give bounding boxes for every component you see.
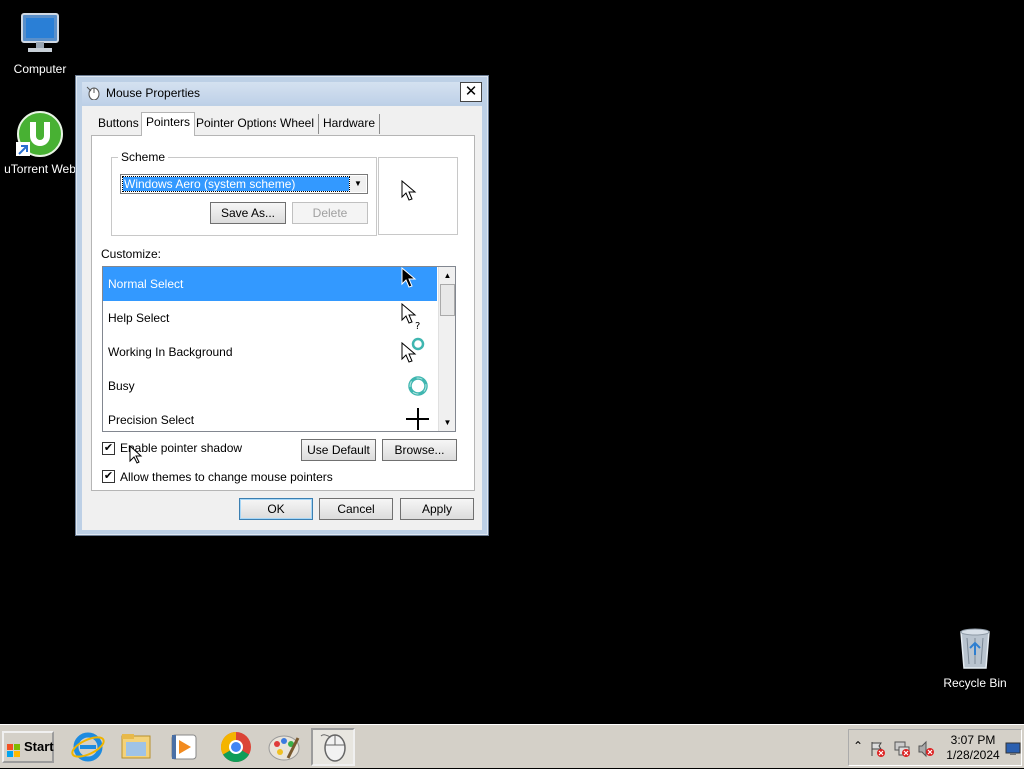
browse-button[interactable]: Browse... [382,439,457,461]
windows-logo-icon [7,740,21,757]
chevron-down-icon[interactable]: ▼ [350,176,366,192]
desktop-icon-computer[interactable]: Computer [0,10,80,76]
allow-themes-checkbox[interactable]: ✔ [102,470,115,483]
scroll-down-icon[interactable]: ▼ [439,414,455,431]
list-item[interactable]: Normal Select [103,267,437,301]
start-button[interactable]: Start [2,731,54,763]
help-cursor-icon: ? [401,302,429,332]
close-button[interactable]: ✕ [460,82,482,102]
desktop-icon-label: uTorrent Web [4,162,76,176]
title-bar[interactable]: Mouse Properties ✕ [82,82,482,104]
scroll-up-icon[interactable]: ▲ [439,267,455,284]
list-item[interactable]: Precision Select [103,403,437,431]
scroll-thumb[interactable] [440,284,455,316]
scheme-selected-value: Windows Aero (system scheme) [122,176,350,192]
desktop: Computer uTorrent Web Recycle Bin Mouse … [0,0,1024,724]
use-default-button[interactable]: Use Default [301,439,376,461]
tab-pointer-options[interactable]: Pointer Options [192,114,284,134]
scheme-dropdown[interactable]: Windows Aero (system scheme) ▼ [120,174,368,194]
volume-muted-icon[interactable] [917,740,935,761]
arrow-cursor-icon [401,179,417,205]
network-icon[interactable] [893,740,911,761]
desktop-icon-utorrent[interactable]: uTorrent Web [0,110,80,176]
tab-buttons[interactable]: Buttons [94,114,144,134]
working-cursor-icon [401,337,429,365]
show-desktop-icon[interactable] [1005,742,1021,759]
arrow-cursor-icon [401,267,429,295]
desktop-icon-recycle-bin[interactable]: Recycle Bin [935,624,1015,690]
enable-pointer-shadow-checkbox[interactable]: ✔ [102,442,115,455]
computer-icon [16,10,64,58]
show-hidden-icons-icon[interactable]: ⌃ [853,739,863,753]
chrome-icon[interactable] [214,728,258,766]
mouse-icon [86,86,100,101]
tab-wheel[interactable]: Wheel [276,114,320,134]
save-as-button[interactable]: Save As... [210,202,286,224]
list-item-label: Busy [108,379,135,393]
list-item[interactable]: Help Select ? [103,301,437,335]
clock-date: 1/28/2024 [946,748,1000,762]
scheme-group-label: Scheme [118,150,169,164]
desktop-icon-label: Computer [13,62,67,76]
utorrent-icon [16,110,64,158]
paint-icon[interactable] [262,728,306,766]
ok-button[interactable]: OK [239,498,313,520]
list-item-label: Help Select [108,311,170,325]
cancel-button[interactable]: Cancel [319,498,393,520]
cursor-list-scrollbar[interactable]: ▲ ▼ [438,267,455,431]
start-label: Start [24,739,54,754]
taskbar: Start ⌃ 3:07 PM 1/28/2024 [0,724,1024,768]
scheme-group: Scheme Windows Aero (system scheme) ▼ Sa… [111,150,377,236]
pointers-tab-panel: Scheme Windows Aero (system scheme) ▼ Sa… [91,135,475,491]
delete-button[interactable]: Delete [292,202,368,224]
mouse-cursor-icon [129,444,143,468]
apply-button[interactable]: Apply [400,498,474,520]
mouse-icon[interactable] [311,728,355,766]
allow-themes-label[interactable]: Allow themes to change mouse pointers [120,470,333,484]
svg-text:?: ? [415,321,420,331]
file-explorer-icon[interactable] [114,728,158,766]
tab-pointers[interactable]: Pointers [141,112,196,136]
busy-cursor-icon [401,371,429,399]
window-title: Mouse Properties [106,86,201,100]
crosshair-cursor-icon [401,405,430,431]
internet-explorer-icon[interactable] [66,728,110,766]
list-item[interactable]: Working In Background [103,335,437,369]
list-item-label: Precision Select [108,413,195,427]
clock-time: 3:07 PM [950,733,996,747]
tab-hardware[interactable]: Hardware [319,114,381,134]
desktop-icon-label: Recycle Bin [943,676,1007,690]
cursor-list[interactable]: Normal Select Help Select ? Working In B… [102,266,456,432]
cursor-preview [378,157,458,235]
clock[interactable]: 3:07 PM 1/28/2024 [945,733,1001,763]
customize-label: Customize: [101,247,162,261]
action-center-flag-icon[interactable] [869,740,887,761]
system-tray: ⌃ 3:07 PM 1/28/2024 [848,729,1022,766]
media-player-icon[interactable] [162,728,206,766]
recycle-bin-icon [951,624,999,672]
dialog-client-area: Buttons Pointers Pointer Options Wheel H… [82,106,482,530]
list-item-label: Normal Select [108,277,184,291]
mouse-properties-dialog: Mouse Properties ✕ Buttons Pointers Poin… [75,75,489,536]
list-item-label: Working In Background [108,345,233,359]
list-item[interactable]: Busy [103,369,437,403]
